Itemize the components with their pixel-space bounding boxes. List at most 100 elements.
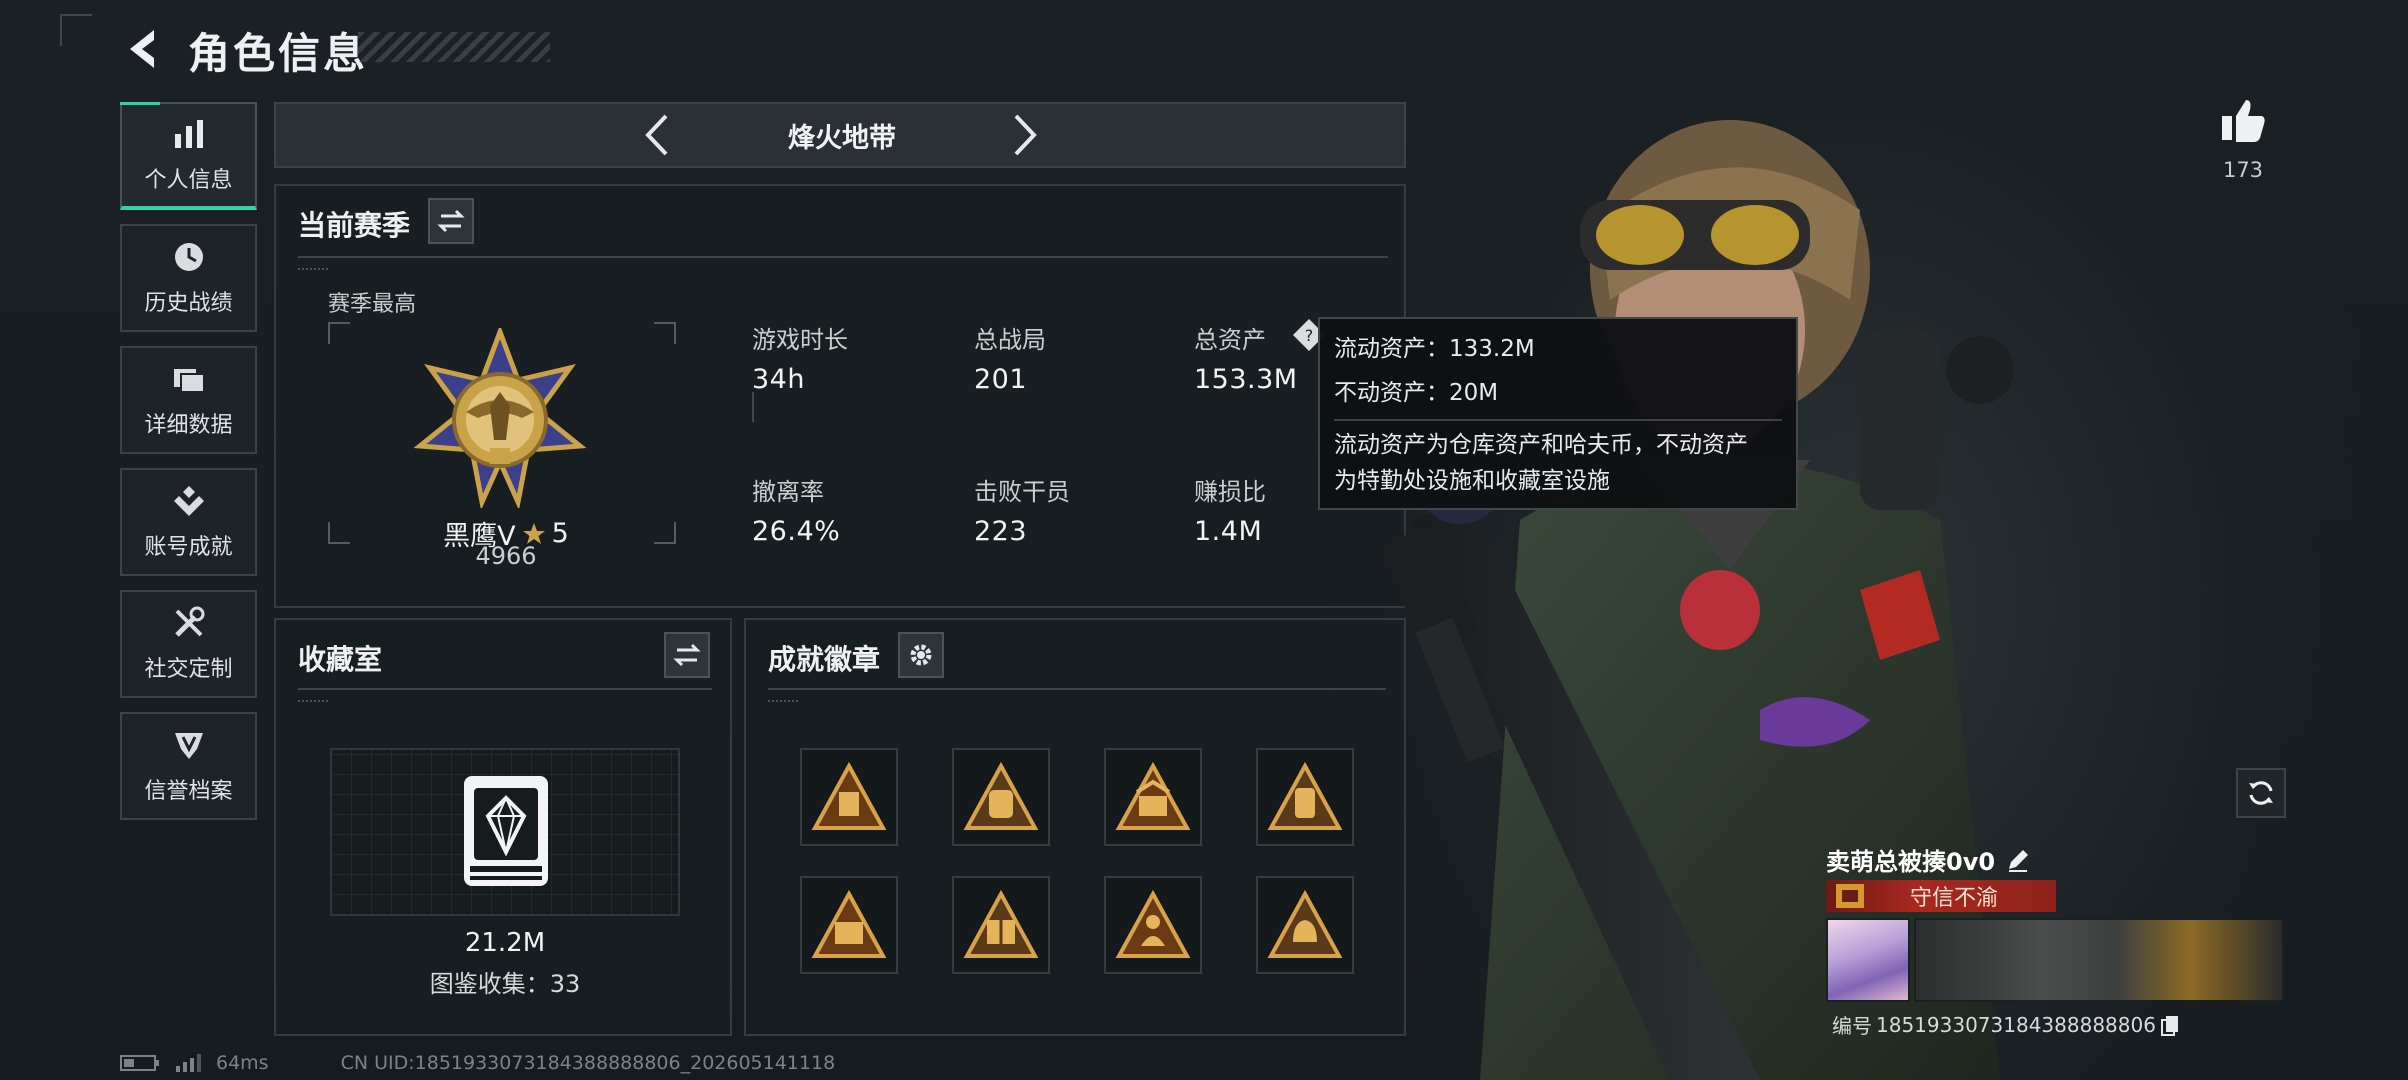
achievement-icon (173, 486, 204, 516)
achievements-settings-button[interactable] (898, 632, 944, 678)
stat-profit-value: 1.4M (1194, 516, 1263, 547)
sidebar-item-personal-info[interactable]: 个人信息 (120, 102, 257, 210)
sidebar-item-label: 信誉档案 (144, 779, 233, 804)
frame-corner (654, 322, 676, 344)
tooltip-desc-line2: 为特勤处设施和收藏室设施 (1334, 468, 1610, 494)
stat-matches-label: 总战局 (974, 326, 1046, 354)
back-button[interactable] (118, 24, 168, 74)
copy-icon[interactable] (2160, 1014, 2180, 1036)
sidebar-item-label: 社交定制 (144, 657, 233, 682)
stat-matches-value: 201 (974, 364, 1028, 395)
sidebar-item-history[interactable]: 历史战绩 (120, 224, 257, 332)
stat-kills-value: 223 (974, 516, 1028, 547)
achievements-divider (768, 688, 1386, 690)
uid-label: 编号 (1832, 1014, 1872, 1038)
tooltip-divider (1334, 419, 1782, 421)
divider-decoration (768, 700, 798, 702)
sidebar-item-label: 详细数据 (144, 413, 233, 438)
achievement-badge[interactable] (952, 876, 1050, 974)
collection-title: 收藏室 (298, 643, 383, 676)
chevron-left-icon (645, 114, 668, 156)
like-count: 173 (2222, 158, 2264, 182)
rank-medal-icon (413, 328, 587, 508)
collection-preview[interactable] (330, 748, 680, 916)
sidebar-item-label: 个人信息 (144, 168, 233, 193)
battery-icon (120, 1055, 159, 1071)
folder-icon (173, 369, 205, 393)
stat-kills-label: 击败干员 (974, 478, 1070, 506)
badge-pack-icon (1267, 762, 1343, 830)
divider-decoration (298, 700, 328, 702)
stat-extract-label: 撤离率 (752, 478, 824, 506)
next-mode-button[interactable] (1000, 112, 1046, 158)
ping-value: 64ms (216, 1052, 269, 1074)
badge-hand-icon (1267, 890, 1343, 958)
edit-pencil-icon[interactable] (2005, 847, 2031, 873)
achievement-badge[interactable] (952, 748, 1050, 846)
switch-collection-button[interactable] (664, 632, 710, 678)
honor-emblem-icon (1836, 884, 1864, 908)
achievement-badge[interactable] (1104, 748, 1202, 846)
corner-decoration (60, 14, 92, 46)
sidebar-item-credit[interactable]: 信誉档案 (120, 712, 257, 820)
sidebar-item-details[interactable]: 详细数据 (120, 346, 257, 454)
collection-panel: 收藏室 21.2M 图鉴收集：33 (274, 618, 732, 1036)
assets-tooltip: 流动资产：133.2M 不动资产：20M 流动资产为仓库资产和哈夫币，不动资产 … (1318, 317, 1798, 510)
badge-rank-icon (1115, 762, 1191, 830)
collection-value: 21.2M (464, 928, 546, 958)
badge-50-icon (811, 890, 887, 958)
page-title: 角色信息 (188, 29, 369, 78)
season-title: 当前赛季 (298, 209, 411, 242)
uid-line: CN UID:1851933073184388888806_2026051411… (340, 1052, 836, 1074)
achievements-title: 成就徽章 (768, 643, 881, 676)
credit-shield-icon (174, 733, 203, 759)
refresh-icon (2249, 781, 2273, 805)
stat-separator (752, 392, 754, 422)
stat-assets-value: 153.3M (1194, 364, 1298, 395)
achievement-badge[interactable] (1104, 876, 1202, 974)
tools-icon (174, 606, 204, 637)
sidebar-item-label: 账号成就 (144, 535, 233, 560)
stat-extract-value: 26.4% (752, 516, 841, 547)
stat-playtime-value: 34h (752, 364, 805, 395)
achievement-badge[interactable] (800, 876, 898, 974)
svg-text:?: ? (1305, 326, 1314, 345)
season-best-label: 赛季最高 (328, 292, 417, 317)
sidebar-item-social[interactable]: 社交定制 (120, 590, 257, 698)
sidebar-item-achievements[interactable]: 账号成就 (120, 468, 257, 576)
chevron-right-icon (1014, 114, 1037, 156)
like-button[interactable] (2218, 96, 2268, 146)
honor-title-bar: 守信不渝 (1826, 880, 2056, 912)
achievement-badge[interactable] (800, 748, 898, 846)
mode-switcher: 烽火地带 (274, 102, 1406, 168)
mode-label: 烽火地带 (788, 122, 896, 154)
season-panel: 当前赛季 赛季最高 黑鹰Ⅴ 5 4966 游戏时长 34h 总战局 201 总资… (274, 184, 1406, 608)
player-name: 卖萌总被揍0v0 (1826, 848, 1996, 876)
divider-decoration (298, 268, 328, 270)
stat-assets-label: 总资产 (1194, 326, 1266, 354)
uid-value: 1851933073184388888806 (1876, 1012, 2156, 1037)
rotate-model-button[interactable] (2236, 768, 2286, 818)
player-uid-row: 编号 1851933073184388888806 (1832, 1010, 2180, 1039)
frame-corner (654, 522, 676, 544)
collection-divider (298, 688, 712, 690)
switch-season-button[interactable] (428, 198, 474, 244)
collection-catalog: 图鉴收集：33 (429, 970, 581, 998)
avatar[interactable] (1826, 918, 1910, 1002)
title-decoration (358, 32, 550, 62)
badge-gift-icon (963, 890, 1039, 958)
stat-profit-label: 赚损比 (1194, 478, 1266, 506)
season-divider (298, 256, 1388, 258)
tooltip-desc-line1: 流动资产为仓库资产和哈夫币，不动资产 (1334, 432, 1748, 458)
sidebar-item-label: 历史战绩 (144, 291, 233, 316)
signal-icon (176, 1054, 201, 1072)
tooltip-fixed: 不动资产：20M (1334, 380, 1499, 406)
bar-chart-icon (174, 120, 203, 148)
badge-soldier-icon (1115, 890, 1191, 958)
frame-corner (328, 322, 350, 344)
prev-mode-button[interactable] (636, 112, 682, 158)
achievements-panel: 成就徽章 (744, 618, 1406, 1036)
rank-score: 4966 (475, 542, 537, 570)
vault-icon (464, 776, 548, 886)
clock-icon (174, 243, 203, 271)
